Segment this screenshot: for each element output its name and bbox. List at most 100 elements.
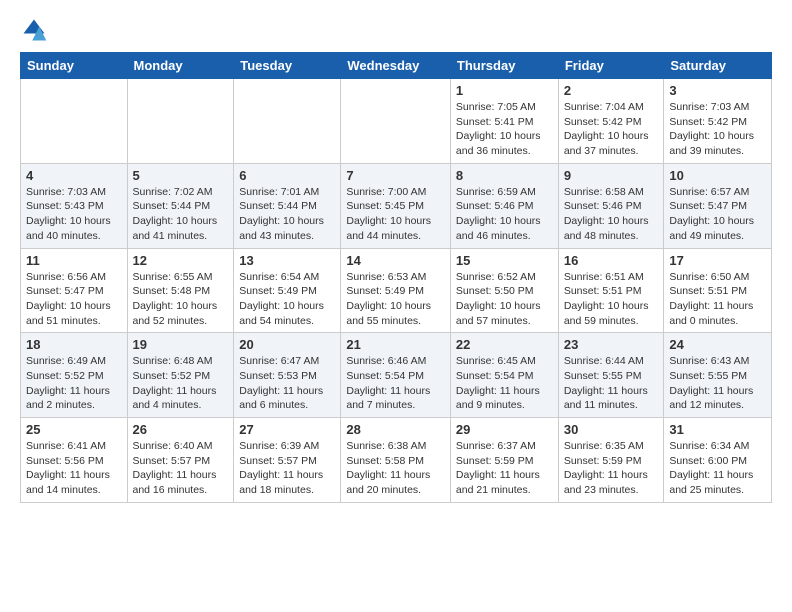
calendar-cell: 29Sunrise: 6:37 AMSunset: 5:59 PMDayligh…: [450, 418, 558, 503]
calendar-cell: 20 Sunrise: 6:47 AMSunset: 5:53 PMDayligh…: [234, 333, 341, 418]
day-info: Sunrise: 6:41 AMSunset: 5:56 PMDaylight:…: [26, 439, 122, 498]
day-info: Sunrise: 6:40 AMSunset: 5:57 PMDaylight:…: [133, 439, 229, 498]
header-row: SundayMondayTuesdayWednesdayThursdayFrid…: [21, 53, 772, 79]
header-day-saturday: Saturday: [664, 53, 772, 79]
day-number: 12: [133, 253, 229, 268]
calendar-cell: [21, 79, 128, 164]
calendar-cell: 2 Sunrise: 7:04 AMSunset: 5:42 PMDaylight…: [558, 79, 664, 164]
day-number: 7: [346, 168, 445, 183]
calendar-cell: 23Sunrise: 6:44 AMSunset: 5:55 PMDayligh…: [558, 333, 664, 418]
calendar-cell: 25 Sunrise: 6:41 AMSunset: 5:56 PMDayligh…: [21, 418, 128, 503]
day-info: Sunrise: 6:49 AMSunset: 5:52 PMDaylight:…: [26, 354, 122, 413]
header-day-tuesday: Tuesday: [234, 53, 341, 79]
day-number: 10: [669, 168, 766, 183]
week-row-2: 4 Sunrise: 7:03 AMSunset: 5:43 PMDaylight…: [21, 163, 772, 248]
logo-icon: [20, 16, 48, 44]
calendar-cell: 3Sunrise: 7:03 AMSunset: 5:42 PMDaylight…: [664, 79, 772, 164]
day-info: Sunrise: 7:04 AMSunset: 5:42 PMDaylight:…: [564, 100, 659, 159]
day-info: Sunrise: 6:43 AMSunset: 5:55 PMDaylight:…: [669, 354, 766, 413]
day-number: 28: [346, 422, 445, 437]
calendar-cell: 18 Sunrise: 6:49 AMSunset: 5:52 PMDayligh…: [21, 333, 128, 418]
day-number: 27: [239, 422, 335, 437]
day-number: 3: [669, 83, 766, 98]
day-number: 22: [456, 337, 553, 352]
day-info: Sunrise: 6:56 AMSunset: 5:47 PMDaylight:…: [26, 270, 122, 329]
calendar-cell: 14 Sunrise: 6:53 AMSunset: 5:49 PMDayligh…: [341, 248, 451, 333]
calendar-cell: 9Sunrise: 6:58 AMSunset: 5:46 PMDaylight…: [558, 163, 664, 248]
calendar-cell: 22 Sunrise: 6:45 AMSunset: 5:54 PMDayligh…: [450, 333, 558, 418]
week-row-4: 18 Sunrise: 6:49 AMSunset: 5:52 PMDayligh…: [21, 333, 772, 418]
calendar-cell: 30 Sunrise: 6:35 AMSunset: 5:59 PMDayligh…: [558, 418, 664, 503]
day-info: Sunrise: 6:57 AMSunset: 5:47 PMDaylight:…: [669, 185, 766, 244]
calendar-cell: 26 Sunrise: 6:40 AMSunset: 5:57 PMDayligh…: [127, 418, 234, 503]
day-number: 16: [564, 253, 659, 268]
calendar-cell: 21Sunrise: 6:46 AMSunset: 5:54 PMDayligh…: [341, 333, 451, 418]
calendar-cell: 11 Sunrise: 6:56 AMSunset: 5:47 PMDayligh…: [21, 248, 128, 333]
day-number: 8: [456, 168, 553, 183]
page-header: [20, 16, 772, 44]
day-number: 30: [564, 422, 659, 437]
calendar-cell: 24Sunrise: 6:43 AMSunset: 5:55 PMDayligh…: [664, 333, 772, 418]
day-info: Sunrise: 6:45 AMSunset: 5:54 PMDaylight:…: [456, 354, 553, 413]
header-day-monday: Monday: [127, 53, 234, 79]
day-number: 15: [456, 253, 553, 268]
calendar-cell: 27 Sunrise: 6:39 AMSunset: 5:57 PMDayligh…: [234, 418, 341, 503]
header-day-sunday: Sunday: [21, 53, 128, 79]
day-number: 6: [239, 168, 335, 183]
day-number: 29: [456, 422, 553, 437]
calendar-cell: 1 Sunrise: 7:05 AMSunset: 5:41 PMDaylight…: [450, 79, 558, 164]
calendar-cell: 7 Sunrise: 7:00 AMSunset: 5:45 PMDaylight…: [341, 163, 451, 248]
calendar-cell: [127, 79, 234, 164]
header-day-wednesday: Wednesday: [341, 53, 451, 79]
calendar-cell: 13Sunrise: 6:54 AMSunset: 5:49 PMDayligh…: [234, 248, 341, 333]
day-info: Sunrise: 6:50 AMSunset: 5:51 PMDaylight:…: [669, 270, 766, 329]
day-info: Sunrise: 7:00 AMSunset: 5:45 PMDaylight:…: [346, 185, 445, 244]
day-number: 17: [669, 253, 766, 268]
week-row-1: 1 Sunrise: 7:05 AMSunset: 5:41 PMDaylight…: [21, 79, 772, 164]
calendar-table: SundayMondayTuesdayWednesdayThursdayFrid…: [20, 52, 772, 503]
day-info: Sunrise: 6:51 AMSunset: 5:51 PMDaylight:…: [564, 270, 659, 329]
day-info: Sunrise: 6:53 AMSunset: 5:49 PMDaylight:…: [346, 270, 445, 329]
day-number: 5: [133, 168, 229, 183]
day-info: Sunrise: 6:47 AMSunset: 5:53 PMDaylight:…: [239, 354, 335, 413]
day-info: Sunrise: 7:05 AMSunset: 5:41 PMDaylight:…: [456, 100, 553, 159]
day-number: 19: [133, 337, 229, 352]
day-info: Sunrise: 6:59 AMSunset: 5:46 PMDaylight:…: [456, 185, 553, 244]
day-number: 1: [456, 83, 553, 98]
day-number: 26: [133, 422, 229, 437]
calendar-cell: 15 Sunrise: 6:52 AMSunset: 5:50 PMDayligh…: [450, 248, 558, 333]
day-info: Sunrise: 6:52 AMSunset: 5:50 PMDaylight:…: [456, 270, 553, 329]
day-number: 11: [26, 253, 122, 268]
day-number: 20: [239, 337, 335, 352]
header-day-friday: Friday: [558, 53, 664, 79]
calendar-cell: [234, 79, 341, 164]
calendar-cell: 28 Sunrise: 6:38 AMSunset: 5:58 PMDayligh…: [341, 418, 451, 503]
day-number: 2: [564, 83, 659, 98]
day-info: Sunrise: 7:01 AMSunset: 5:44 PMDaylight:…: [239, 185, 335, 244]
calendar-cell: 12 Sunrise: 6:55 AMSunset: 5:48 PMDayligh…: [127, 248, 234, 333]
calendar-cell: 5 Sunrise: 7:02 AMSunset: 5:44 PMDaylight…: [127, 163, 234, 248]
day-info: Sunrise: 7:02 AMSunset: 5:44 PMDaylight:…: [133, 185, 229, 244]
day-info: Sunrise: 6:46 AMSunset: 5:54 PMDaylight:…: [346, 354, 445, 413]
day-info: Sunrise: 6:39 AMSunset: 5:57 PMDaylight:…: [239, 439, 335, 498]
calendar-cell: [341, 79, 451, 164]
calendar-cell: 31Sunrise: 6:34 AMSunset: 6:00 PMDayligh…: [664, 418, 772, 503]
day-number: 23: [564, 337, 659, 352]
calendar-cell: 6 Sunrise: 7:01 AMSunset: 5:44 PMDaylight…: [234, 163, 341, 248]
day-number: 14: [346, 253, 445, 268]
day-number: 25: [26, 422, 122, 437]
day-number: 18: [26, 337, 122, 352]
day-number: 4: [26, 168, 122, 183]
day-info: Sunrise: 7:03 AMSunset: 5:43 PMDaylight:…: [26, 185, 122, 244]
calendar-cell: 16 Sunrise: 6:51 AMSunset: 5:51 PMDayligh…: [558, 248, 664, 333]
day-info: Sunrise: 6:55 AMSunset: 5:48 PMDaylight:…: [133, 270, 229, 329]
day-info: Sunrise: 6:35 AMSunset: 5:59 PMDaylight:…: [564, 439, 659, 498]
header-day-thursday: Thursday: [450, 53, 558, 79]
calendar-cell: 17 Sunrise: 6:50 AMSunset: 5:51 PMDayligh…: [664, 248, 772, 333]
day-info: Sunrise: 6:34 AMSunset: 6:00 PMDaylight:…: [669, 439, 766, 498]
day-info: Sunrise: 6:38 AMSunset: 5:58 PMDaylight:…: [346, 439, 445, 498]
calendar-cell: 19Sunrise: 6:48 AMSunset: 5:52 PMDayligh…: [127, 333, 234, 418]
day-info: Sunrise: 6:54 AMSunset: 5:49 PMDaylight:…: [239, 270, 335, 329]
day-number: 9: [564, 168, 659, 183]
week-row-5: 25 Sunrise: 6:41 AMSunset: 5:56 PMDayligh…: [21, 418, 772, 503]
